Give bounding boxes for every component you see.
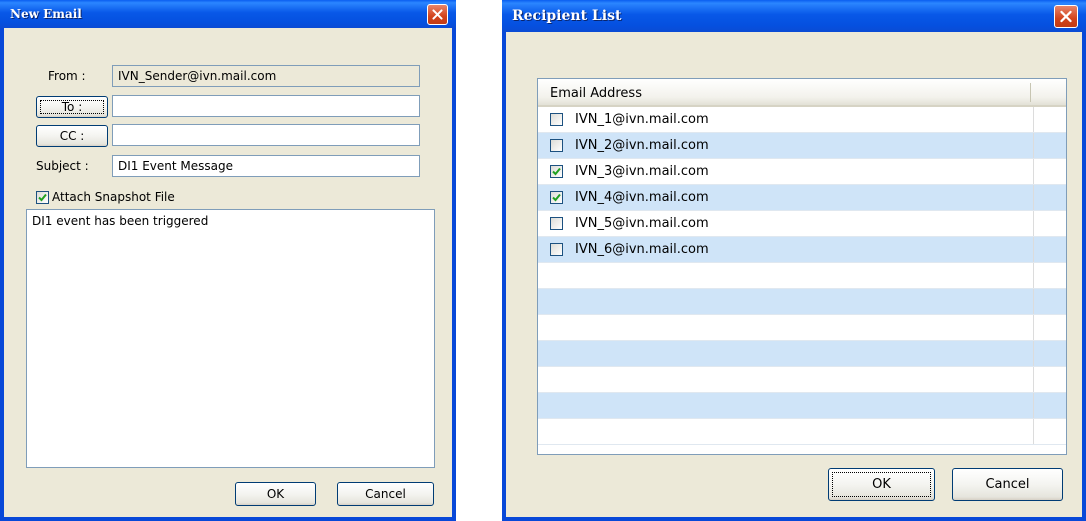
recipient-checkbox[interactable] — [550, 217, 563, 230]
recipient-email: IVN_4@ivn.mail.com — [575, 190, 709, 205]
close-icon — [432, 9, 443, 20]
recipient-ok-button[interactable]: OK — [828, 468, 935, 501]
from-label: From : — [48, 69, 86, 83]
row-column-divider — [1033, 159, 1034, 184]
recipient-close-button[interactable] — [1054, 5, 1078, 28]
attach-snapshot-checkbox[interactable] — [36, 191, 49, 204]
recipient-checkbox[interactable] — [550, 165, 563, 178]
recipient-cancel-button[interactable]: Cancel — [952, 468, 1063, 501]
empty-row[interactable] — [538, 367, 1066, 393]
subject-field[interactable]: DI1 Event Message — [112, 155, 420, 177]
to-field[interactable] — [112, 95, 420, 117]
cc-button-label: CC : — [59, 129, 85, 143]
recipient-list-window: Recipient List Email Address IVN_1@ivn.m… — [502, 0, 1086, 521]
row-column-divider — [1033, 211, 1034, 236]
recipient-checkbox[interactable] — [550, 113, 563, 126]
row-column-divider — [1033, 315, 1034, 340]
recipient-row[interactable]: IVN_6@ivn.mail.com — [538, 237, 1066, 263]
from-field: IVN_Sender@ivn.mail.com — [112, 65, 420, 87]
recipient-email: IVN_3@ivn.mail.com — [575, 164, 709, 179]
row-column-divider — [1033, 133, 1034, 158]
recipient-email: IVN_1@ivn.mail.com — [575, 112, 709, 127]
focus-indicator — [832, 472, 931, 497]
checkmark-icon — [552, 193, 561, 202]
row-column-divider — [1033, 237, 1034, 262]
recipient-email: IVN_5@ivn.mail.com — [575, 216, 709, 231]
checkmark-icon — [552, 167, 561, 176]
recipient-window-title: Recipient List — [502, 0, 1086, 32]
row-column-divider — [1033, 341, 1034, 366]
row-column-divider — [1033, 107, 1034, 132]
message-body[interactable]: DI1 event has been triggered — [26, 209, 435, 468]
recipient-checkbox[interactable] — [550, 243, 563, 256]
close-icon — [1060, 10, 1072, 23]
column-divider[interactable] — [1030, 83, 1031, 102]
recipient-checkbox[interactable] — [550, 139, 563, 152]
cc-button[interactable]: CC : — [36, 125, 108, 147]
row-column-divider — [1033, 185, 1034, 210]
row-column-divider — [1033, 367, 1034, 392]
row-column-divider — [1033, 263, 1034, 288]
row-column-divider — [1033, 289, 1034, 314]
column-header-label: Email Address — [550, 86, 642, 101]
subject-label: Subject : — [36, 159, 89, 173]
recipient-row[interactable]: IVN_5@ivn.mail.com — [538, 211, 1066, 237]
to-button[interactable]: To : — [36, 96, 108, 118]
recipient-row[interactable]: IVN_2@ivn.mail.com — [538, 133, 1066, 159]
column-header-email[interactable]: Email Address — [538, 79, 1066, 107]
empty-row[interactable] — [538, 393, 1066, 419]
new-email-window: New Email From : IVN_Sender@ivn.mail.com… — [0, 0, 456, 521]
recipient-list[interactable]: Email Address IVN_1@ivn.mail.com IVN_2@iv… — [537, 78, 1067, 455]
recipient-rows: IVN_1@ivn.mail.com IVN_2@ivn.mail.com IVN_… — [538, 107, 1066, 445]
email-window-title: New Email — [0, 0, 456, 28]
attach-snapshot-label[interactable]: Attach Snapshot File — [52, 190, 175, 204]
empty-row[interactable] — [538, 341, 1066, 367]
email-ok-button[interactable]: OK — [235, 482, 316, 506]
email-close-button[interactable] — [427, 4, 448, 25]
checkmark-icon — [38, 193, 47, 202]
recipient-row[interactable]: IVN_3@ivn.mail.com — [538, 159, 1066, 185]
empty-row[interactable] — [538, 289, 1066, 315]
empty-row[interactable] — [538, 263, 1066, 289]
empty-row[interactable] — [538, 315, 1066, 341]
recipient-checkbox[interactable] — [550, 191, 563, 204]
email-cancel-button[interactable]: Cancel — [337, 482, 434, 506]
recipient-row[interactable]: IVN_1@ivn.mail.com — [538, 107, 1066, 133]
empty-row[interactable] — [538, 419, 1066, 445]
row-column-divider — [1033, 419, 1034, 444]
recipient-row[interactable]: IVN_4@ivn.mail.com — [538, 185, 1066, 211]
focus-indicator — [40, 100, 104, 114]
recipient-email: IVN_6@ivn.mail.com — [575, 242, 709, 257]
recipient-email: IVN_2@ivn.mail.com — [575, 138, 709, 153]
row-column-divider — [1033, 393, 1034, 418]
cc-field[interactable] — [112, 124, 420, 146]
